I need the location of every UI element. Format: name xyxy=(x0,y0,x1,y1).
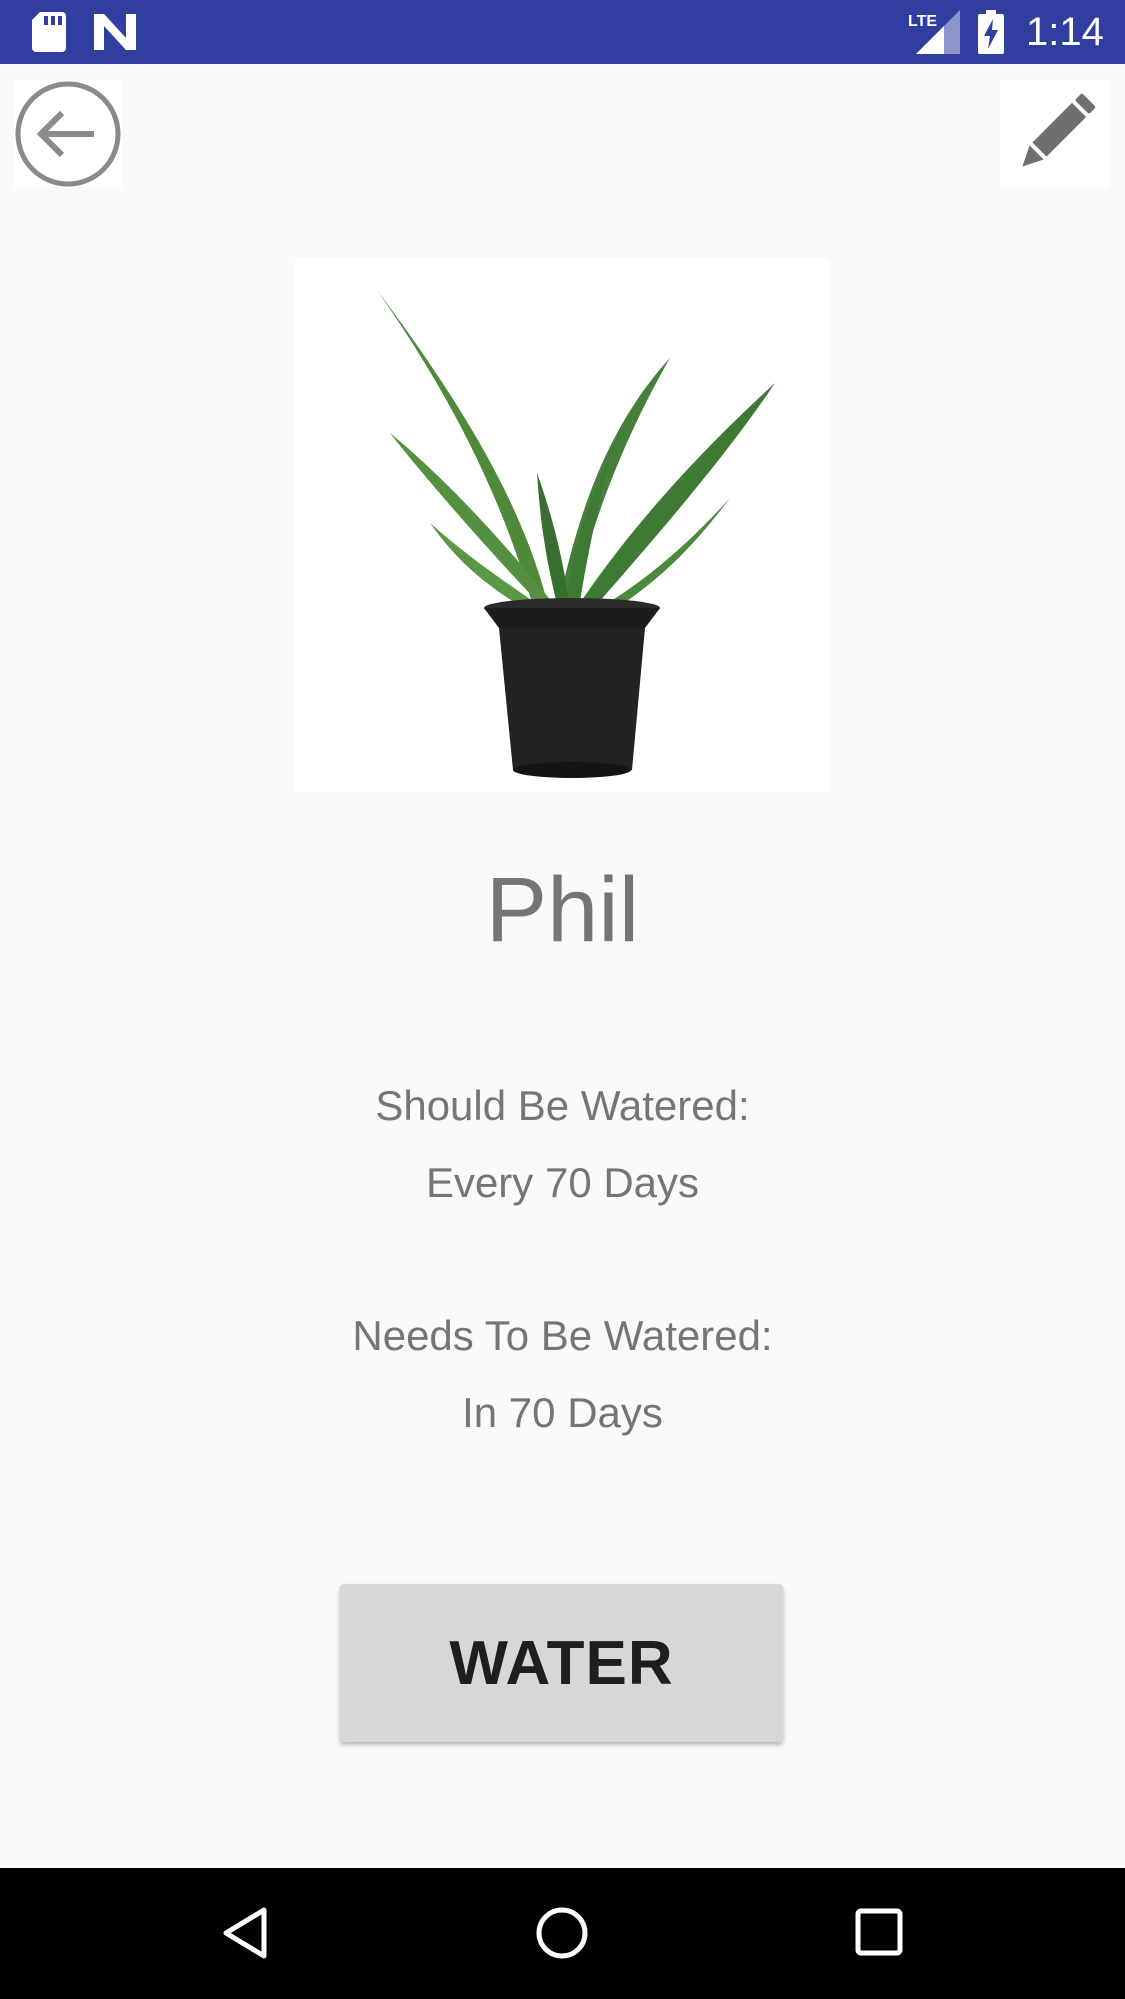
sd-card-icon xyxy=(32,12,66,57)
water-button-label: WATER xyxy=(449,1628,674,1698)
plant-name: Phil xyxy=(485,859,640,961)
back-triangle-icon[interactable] xyxy=(222,1906,268,1965)
back-button[interactable] xyxy=(14,80,122,188)
lte-signal-icon: LTE xyxy=(908,10,960,59)
home-circle-icon[interactable] xyxy=(535,1906,589,1965)
nav-bar xyxy=(0,1868,1125,1999)
needs-water-value: In 70 Days xyxy=(462,1389,663,1436)
battery-charging-icon xyxy=(978,10,1004,59)
status-time: 1:14 xyxy=(1026,10,1104,54)
arrow-back-circle-icon xyxy=(14,81,122,192)
pencil-icon xyxy=(1000,93,1110,192)
status-bar: LTE 1:14 xyxy=(0,0,1125,64)
n-notification-icon xyxy=(94,14,136,55)
water-button[interactable]: WATER xyxy=(340,1584,783,1742)
plant-detail-screen: LTE 1:14 Phil Should Be Watered: Every 7… xyxy=(0,0,1125,1999)
svg-text:LTE: LTE xyxy=(908,13,937,30)
recents-square-icon[interactable] xyxy=(855,1908,903,1961)
should-water-value: Every 70 Days xyxy=(425,1159,700,1206)
edit-button[interactable] xyxy=(1000,80,1110,188)
should-water-label: Should Be Watered: xyxy=(375,1082,750,1129)
plant-image xyxy=(295,258,829,792)
needs-water-label: Needs To Be Watered: xyxy=(352,1312,773,1359)
